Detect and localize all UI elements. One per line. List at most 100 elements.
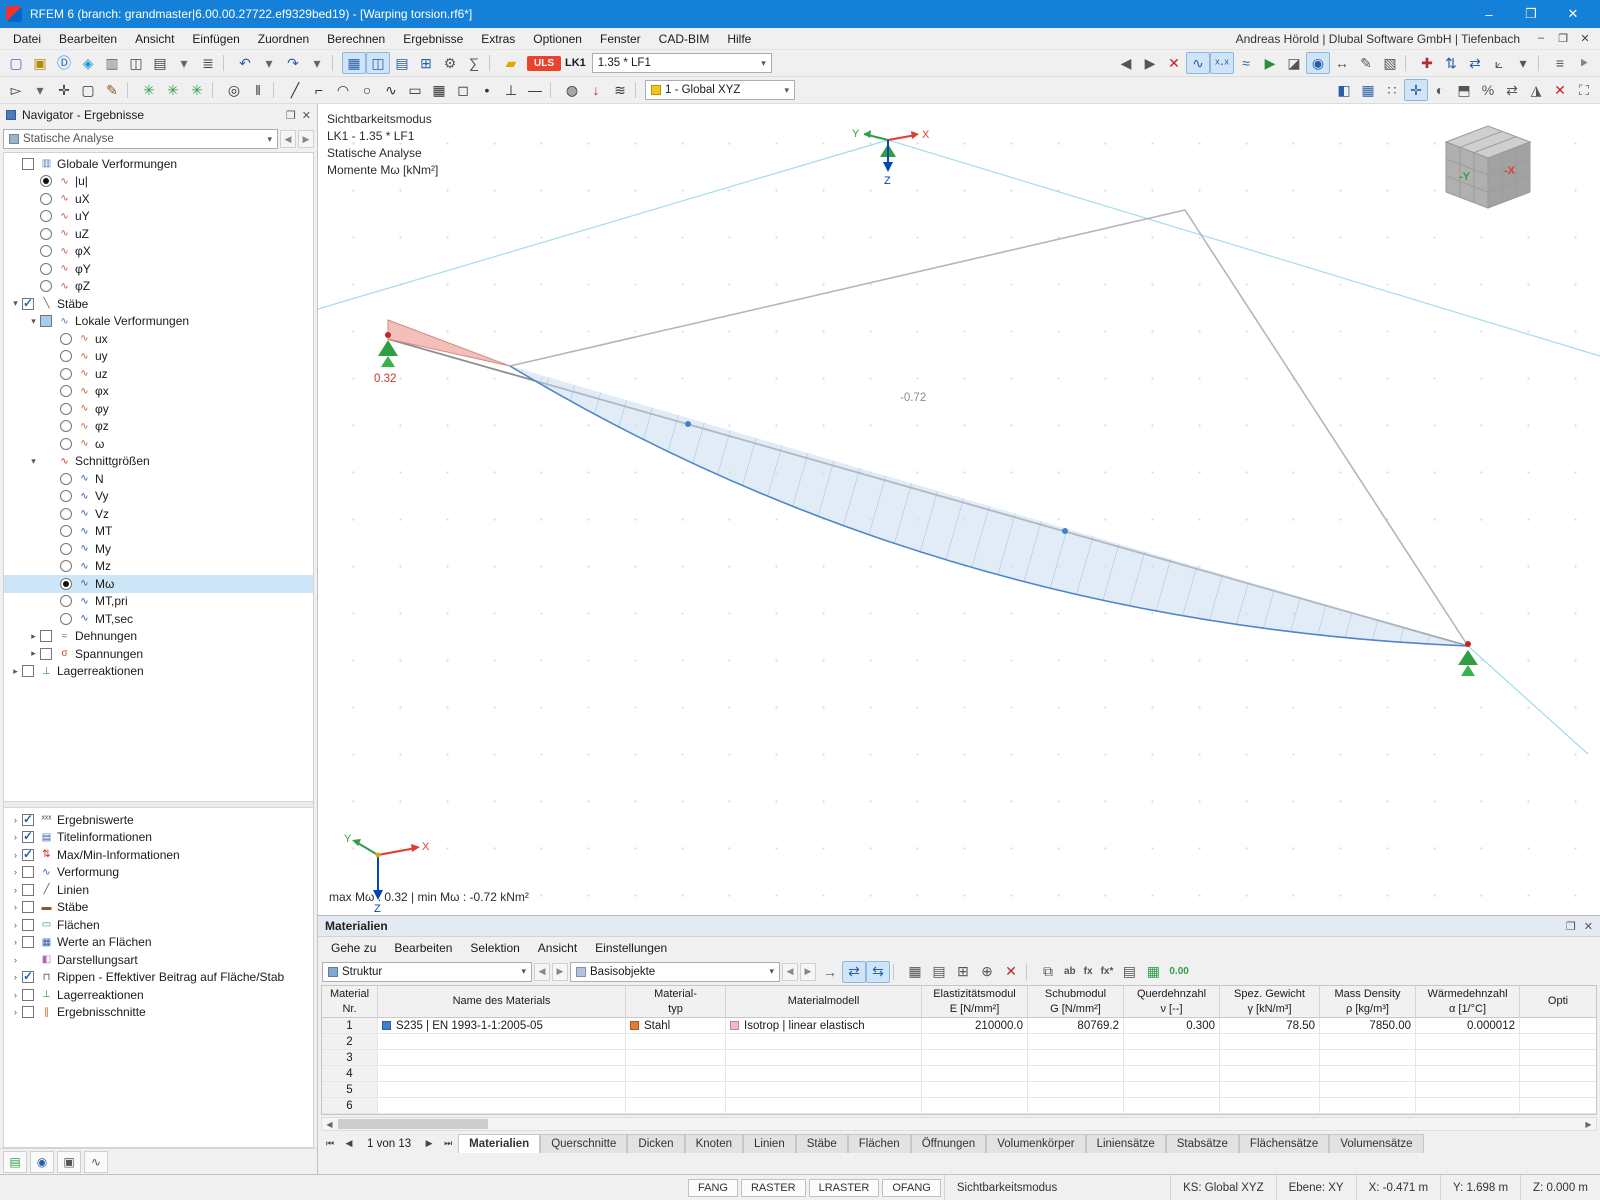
tree-item[interactable]: ∿ φy	[4, 400, 313, 418]
display-option-item[interactable]: › ▦ Werte an Flächen	[4, 934, 313, 952]
cell-alpha[interactable]	[1416, 1066, 1520, 1081]
materials-float-icon[interactable]: ❐	[1566, 920, 1576, 933]
cell-nu[interactable]	[1124, 1050, 1220, 1065]
save-icon[interactable]: ◫	[124, 52, 148, 74]
materials-menu-item[interactable]: Einstellungen	[586, 939, 676, 957]
line-icon[interactable]: ╱	[283, 79, 307, 101]
tree-control[interactable]	[40, 315, 52, 327]
cell-gamma[interactable]: 78.50	[1220, 1018, 1320, 1033]
generate-surfaces-icon[interactable]: ✳	[185, 79, 209, 101]
select-special-icon[interactable]: ✛	[52, 79, 76, 101]
horizontal-scrollbar[interactable]: ◀ ▶	[321, 1117, 1597, 1131]
cell-g-modul[interactable]	[1028, 1066, 1124, 1081]
expander-icon[interactable]: ›	[9, 920, 22, 930]
next-load-case-icon[interactable]: ▶	[1138, 52, 1162, 74]
tree-item[interactable]: ∿ MT	[4, 523, 313, 541]
node-icon[interactable]: •	[475, 79, 499, 101]
prev-load-case-icon[interactable]: ◀	[1114, 52, 1138, 74]
panel-tab-data-icon[interactable]: ▤	[3, 1151, 27, 1173]
table-settings-icon[interactable]: ▦	[903, 961, 927, 983]
table-tab[interactable]: Stäbe	[796, 1134, 848, 1153]
more-tools-icon[interactable]: ▾	[1511, 52, 1535, 74]
cell-g-modul[interactable]	[1028, 1082, 1124, 1097]
navigator-splitter[interactable]	[4, 801, 313, 808]
insert-object-icon[interactable]: ✚	[1415, 52, 1439, 74]
animation-icon[interactable]: ▶	[1258, 52, 1282, 74]
cell-opti[interactable]	[1520, 1034, 1596, 1049]
snap-toggle[interactable]: RASTER	[741, 1179, 806, 1197]
menu-item[interactable]: Optionen	[524, 30, 591, 48]
display-option-item[interactable]: › ◧ Darstellungsart	[4, 951, 313, 969]
tree-item[interactable]: ∿ φY	[4, 260, 313, 278]
plane-xy-icon[interactable]: ◧	[1332, 79, 1356, 101]
table-show-icon[interactable]: ▦	[342, 52, 366, 74]
table-tab[interactable]: Dicken	[627, 1134, 684, 1153]
display-option-checkbox[interactable]	[22, 1006, 34, 1018]
cell-nu[interactable]	[1124, 1098, 1220, 1113]
tree-item[interactable]: ∿ MT,pri	[4, 593, 313, 611]
tree-control[interactable]	[60, 438, 72, 450]
uls-badge[interactable]: ULS	[527, 56, 561, 71]
tree-control[interactable]	[60, 490, 72, 502]
display-option-item[interactable]: › ▬ Stäbe	[4, 899, 313, 917]
tree-item[interactable]: ▾ ∿ Lokale Verformungen	[4, 313, 313, 331]
show-results-icon[interactable]: ∿	[1186, 52, 1210, 74]
cell-rho[interactable]	[1320, 1082, 1416, 1097]
coordinate-system-status[interactable]: KS: Global XYZ	[1170, 1175, 1276, 1200]
materials-close-icon[interactable]: ✕	[1584, 920, 1593, 933]
menu-item[interactable]: CAD-BIM	[650, 30, 719, 48]
expander-icon[interactable]: ▾	[27, 316, 40, 327]
materials-menu-item[interactable]: Selektion	[461, 939, 528, 957]
table-tab[interactable]: Materialien	[458, 1134, 540, 1153]
cell-gamma[interactable]	[1220, 1098, 1320, 1113]
open-model-icon[interactable]: ▣	[28, 52, 52, 74]
materials-menu-item[interactable]: Bearbeiten	[385, 939, 461, 957]
cell-alpha[interactable]	[1416, 1098, 1520, 1113]
generate-structure-icon[interactable]: ✳	[137, 79, 161, 101]
measure-icon[interactable]: ⟀	[1487, 52, 1511, 74]
column-header[interactable]: Wärmedehnzahl α [1/°C]	[1416, 986, 1520, 1017]
tree-item[interactable]: ∿ φx	[4, 383, 313, 401]
tree-control[interactable]	[60, 350, 72, 362]
prev-table-icon[interactable]: ◀	[340, 1134, 358, 1154]
polyline-icon[interactable]: ⌐	[307, 79, 331, 101]
prev-analysis-icon[interactable]: ◀	[280, 130, 296, 148]
tree-item[interactable]: ∿ uY	[4, 208, 313, 226]
model-viewport[interactable]: Sichtbarkeitsmodus LK1 - 1.35 * LF1 Stat…	[318, 104, 1600, 915]
navigation-cube[interactable]: -Y -X	[318, 104, 1530, 208]
expander-icon[interactable]: ›	[9, 850, 22, 860]
cell-e-modul[interactable]: 210000.0	[922, 1018, 1028, 1033]
cell-opti[interactable]	[1520, 1098, 1596, 1113]
expander-icon[interactable]: ›	[9, 815, 22, 825]
structure-members[interactable]	[388, 210, 1468, 646]
cell-alpha[interactable]	[1416, 1034, 1520, 1049]
tree-item[interactable]: ▥ Globale Verformungen	[4, 155, 313, 173]
tree-item[interactable]: ▸ ≈ Dehnungen	[4, 628, 313, 646]
cell-gamma[interactable]	[1220, 1034, 1320, 1049]
cell-e-modul[interactable]	[922, 1050, 1028, 1065]
table-export-icon[interactable]: ⊞	[414, 52, 438, 74]
tree-item[interactable]: ∿ Vz	[4, 505, 313, 523]
viewport-scene[interactable]: 0.32 -0.72	[318, 104, 1600, 915]
navigator-float-icon[interactable]: ❐	[286, 109, 296, 122]
coordinate-system-select[interactable]: 1 - Global XYZ ▾	[645, 80, 795, 100]
expander-icon[interactable]: ›	[9, 1007, 22, 1017]
cell-typ[interactable]	[626, 1082, 726, 1097]
load-case-icon[interactable]: ▰	[499, 52, 523, 74]
calculation-settings-icon[interactable]: ⚙	[438, 52, 462, 74]
new-model-icon[interactable]: ▢	[4, 52, 28, 74]
cell-typ[interactable]	[626, 1098, 726, 1113]
cell-e-modul[interactable]	[922, 1066, 1028, 1081]
next-analysis-icon[interactable]: ▶	[298, 130, 314, 148]
expander-icon[interactable]: ›	[9, 972, 22, 982]
tree-item[interactable]: ∿ φX	[4, 243, 313, 261]
column-header[interactable]: Mass Density ρ [kg/m³]	[1320, 986, 1416, 1017]
display-option-checkbox[interactable]	[22, 831, 34, 843]
column-header[interactable]: Spez. Gewicht γ [kN/m³]	[1220, 986, 1320, 1017]
full-view-icon[interactable]: ⛶	[1572, 79, 1596, 101]
excel-export-icon[interactable]: ▦	[1141, 961, 1165, 983]
opening-icon[interactable]: ◻	[451, 79, 475, 101]
display-option-item[interactable]: › ⊥ Lagerreaktionen	[4, 986, 313, 1004]
print-table-icon[interactable]: ▤	[1117, 961, 1141, 983]
cell-e-modul[interactable]	[922, 1082, 1028, 1097]
